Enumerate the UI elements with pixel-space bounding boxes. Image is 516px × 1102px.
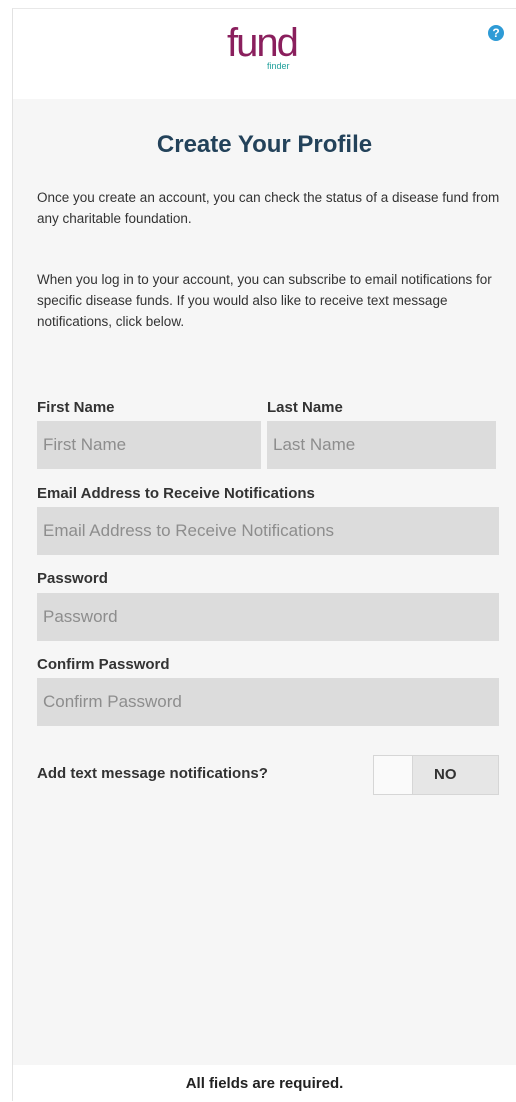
footer: All fields are required. [13, 1065, 516, 1102]
logo-wordmark: fund [227, 21, 299, 65]
email-input[interactable] [37, 507, 499, 555]
toggle-knob [374, 756, 413, 794]
app-frame: fund finder ? Create Your Profile Once y… [12, 8, 516, 1102]
email-label: Email Address to Receive Notifications [37, 485, 315, 502]
last-name-input[interactable] [267, 421, 496, 469]
required-fields-note: All fields are required. [185, 1075, 344, 1092]
header: fund finder ? [13, 9, 516, 99]
fund-finder-logo: fund finder [227, 21, 307, 77]
first-name-input[interactable] [37, 421, 261, 469]
logo-subtext: finder [267, 61, 290, 71]
help-icon[interactable]: ? [488, 25, 504, 41]
confirm-password-input[interactable] [37, 678, 499, 726]
page-title: Create Your Profile [156, 131, 373, 158]
confirm-password-label: Confirm Password [37, 656, 170, 673]
toggle-state-text: NO [434, 766, 457, 783]
first-name-label: First Name [37, 399, 115, 416]
text-notifications-toggle[interactable]: NO [373, 755, 499, 795]
text-notifications-label: Add text message notifications? [37, 765, 268, 782]
notification-paragraph: When you log in to your account, you can… [37, 272, 492, 329]
intro-paragraph: Once you create an account, you can chec… [37, 190, 500, 226]
password-input[interactable] [37, 593, 499, 641]
password-label: Password [37, 570, 108, 587]
last-name-label: Last Name [267, 399, 343, 416]
